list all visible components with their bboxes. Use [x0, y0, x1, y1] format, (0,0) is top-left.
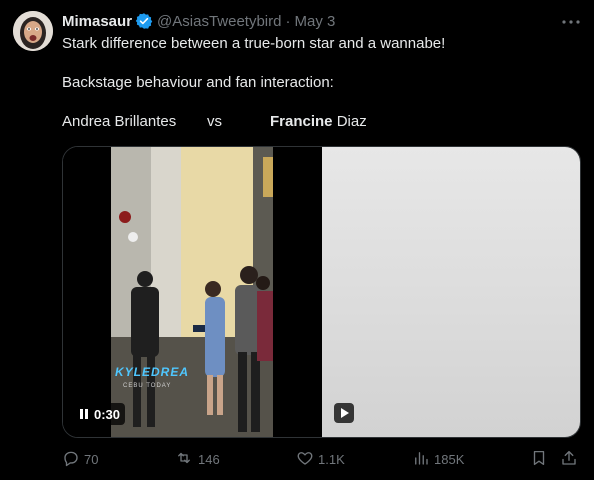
like-button[interactable]: 1.1K: [296, 448, 345, 470]
bookmark-button[interactable]: [530, 448, 548, 470]
author-handle[interactable]: @AsiasTweetybird: [157, 13, 281, 30]
author-name[interactable]: Mimasaur: [62, 13, 132, 30]
like-icon: [296, 449, 314, 470]
bookmark-icon: [530, 449, 548, 470]
vs-left-name: Andrea Brillantes: [62, 113, 177, 130]
tweet-header: Mimasaur @AsiasTweetybird · May 3: [62, 11, 335, 31]
reply-count: 70: [84, 451, 99, 467]
repost-button[interactable]: 146: [174, 448, 220, 470]
views-button[interactable]: 185K: [412, 448, 464, 470]
play-icon[interactable]: [334, 403, 354, 423]
tweet-text: Stark difference between a true-born sta…: [62, 34, 562, 132]
share-icon: [560, 449, 578, 470]
vs-right-first: Francine: [270, 113, 333, 130]
video-watermark-sub: CEBU TODAY: [123, 383, 172, 389]
video-watermark: KYLEDREA: [115, 365, 190, 379]
avatar[interactable]: [13, 11, 53, 51]
pause-icon[interactable]: [80, 409, 88, 419]
tweet-line: Backstage behaviour and fan interaction:: [62, 74, 334, 91]
more-icon[interactable]: [560, 12, 582, 32]
views-icon: [412, 449, 430, 470]
reply-icon: [62, 449, 80, 470]
video-left[interactable]: KYLEDREA CEBU TODAY 0:30: [63, 147, 322, 437]
vs-right-name: Francine Diaz: [270, 112, 367, 132]
reply-button[interactable]: 70: [62, 448, 98, 470]
share-button[interactable]: [560, 448, 578, 470]
repost-count: 146: [198, 451, 220, 467]
video-time: 0:30: [94, 406, 121, 422]
video-timer[interactable]: 0:30: [75, 403, 126, 425]
tweet-line: Stark difference between a true-born sta…: [62, 35, 446, 52]
repost-icon: [174, 449, 194, 470]
vs-line: Andrea Brillantes vs Francine Diaz: [62, 112, 562, 132]
video-right[interactable]: [322, 147, 580, 437]
views-count: 185K: [434, 451, 465, 467]
vs-word: vs: [207, 113, 222, 130]
media-container: KYLEDREA CEBU TODAY 0:30: [62, 146, 581, 438]
like-count: 1.1K: [318, 451, 345, 467]
separator-dot: ·: [285, 12, 291, 30]
action-bar: 70 146 1.1K 185K: [62, 448, 582, 470]
vs-right-last: Diaz: [332, 113, 367, 130]
verified-badge-icon: [135, 12, 153, 30]
tweet-date[interactable]: May 3: [294, 13, 335, 30]
